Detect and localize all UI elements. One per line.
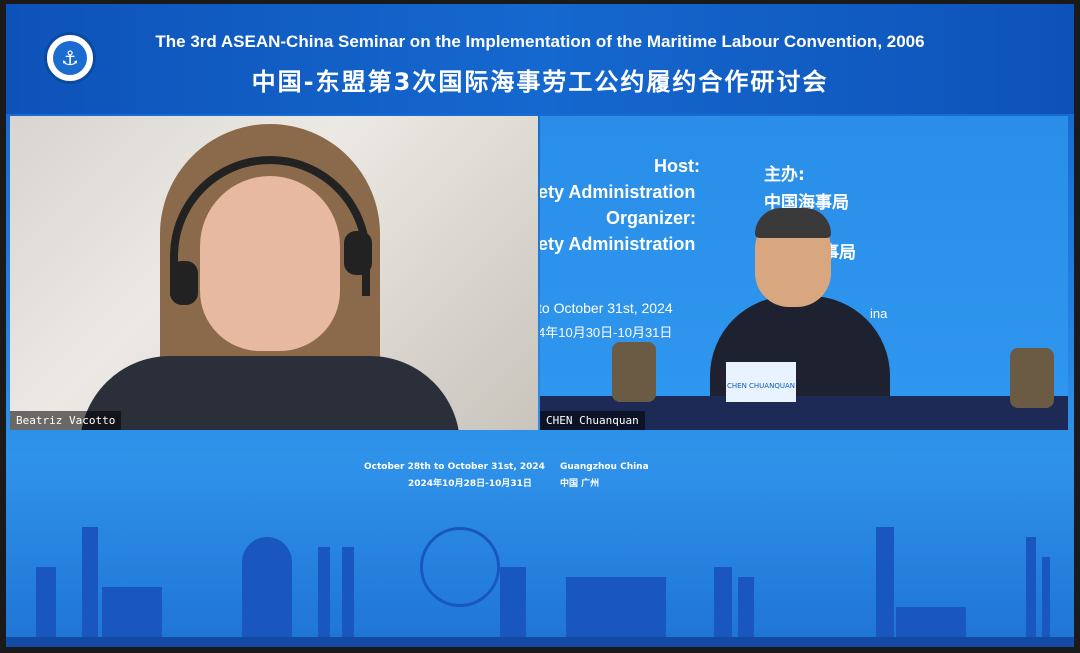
backdrop-host-cn-label: 主办: <box>764 165 805 185</box>
backdrop-date-cn: 4年10月30日-10月31日 <box>540 325 673 340</box>
event-dates-chinese: 2024年10月28日-10月31日 <box>408 479 532 489</box>
shirt-shape <box>80 356 460 430</box>
ground-strip <box>6 637 1074 647</box>
city-skyline-illustration <box>6 504 1074 647</box>
seminar-title-chinese: 中国-东盟第3次国际海事劳工公约履约合作研讨会 <box>251 68 829 96</box>
spire-icon <box>1042 557 1050 647</box>
thermos-icon <box>1010 348 1054 408</box>
spire-icon <box>1026 537 1036 647</box>
headset-earcup-left <box>170 261 198 305</box>
header-banner: ⚓ The 3rd ASEAN-China Seminar on the Imp… <box>6 4 1074 114</box>
video-tile-participant-2[interactable]: Host: ety Administration Organizer: ety … <box>540 116 1068 430</box>
headset-earcup-right <box>344 231 372 275</box>
participant-name-label: Beatriz Vacotto <box>10 411 122 430</box>
twin-towers-icon <box>318 547 330 647</box>
skyscraper-icon <box>714 567 732 647</box>
twin-towers-icon <box>342 547 354 647</box>
ferris-wheel-icon <box>420 527 500 607</box>
event-location-chinese: 中国 广州 <box>560 479 600 489</box>
video-tile-participant-1[interactable]: Beatriz Vacotto <box>10 116 538 430</box>
backdrop-organizer-text: ety Administration <box>540 234 696 254</box>
thermos-icon <box>612 342 656 402</box>
backdrop-host-text: ety Administration <box>540 182 696 202</box>
backdrop-host-label: Host: <box>654 156 700 176</box>
participant-video-feed <box>10 116 538 430</box>
participant-name-label: CHEN Chuanquan <box>540 411 645 430</box>
event-dates-english: October 28th to October 31st, 2024 <box>364 462 545 472</box>
backdrop-organizer-label: Organizer: <box>606 208 697 228</box>
backdrop-location: ina <box>870 306 888 321</box>
speaker-nameplate: CHEN CHUANQUAN <box>726 362 796 402</box>
tower-icon <box>82 527 98 647</box>
canton-tower-icon <box>876 527 894 647</box>
pagoda-icon <box>500 567 526 647</box>
conference-frame: ⚓ The 3rd ASEAN-China Seminar on the Imp… <box>6 4 1074 647</box>
event-location-english: Guangzhou China <box>560 462 649 472</box>
statue-icon <box>36 567 56 647</box>
speaker-hair <box>755 208 831 238</box>
mosque-icon <box>242 537 292 647</box>
seminar-title-english: The 3rd ASEAN-China Seminar on the Imple… <box>155 32 925 51</box>
backdrop-date: to October 31st, 2024 <box>540 300 673 316</box>
